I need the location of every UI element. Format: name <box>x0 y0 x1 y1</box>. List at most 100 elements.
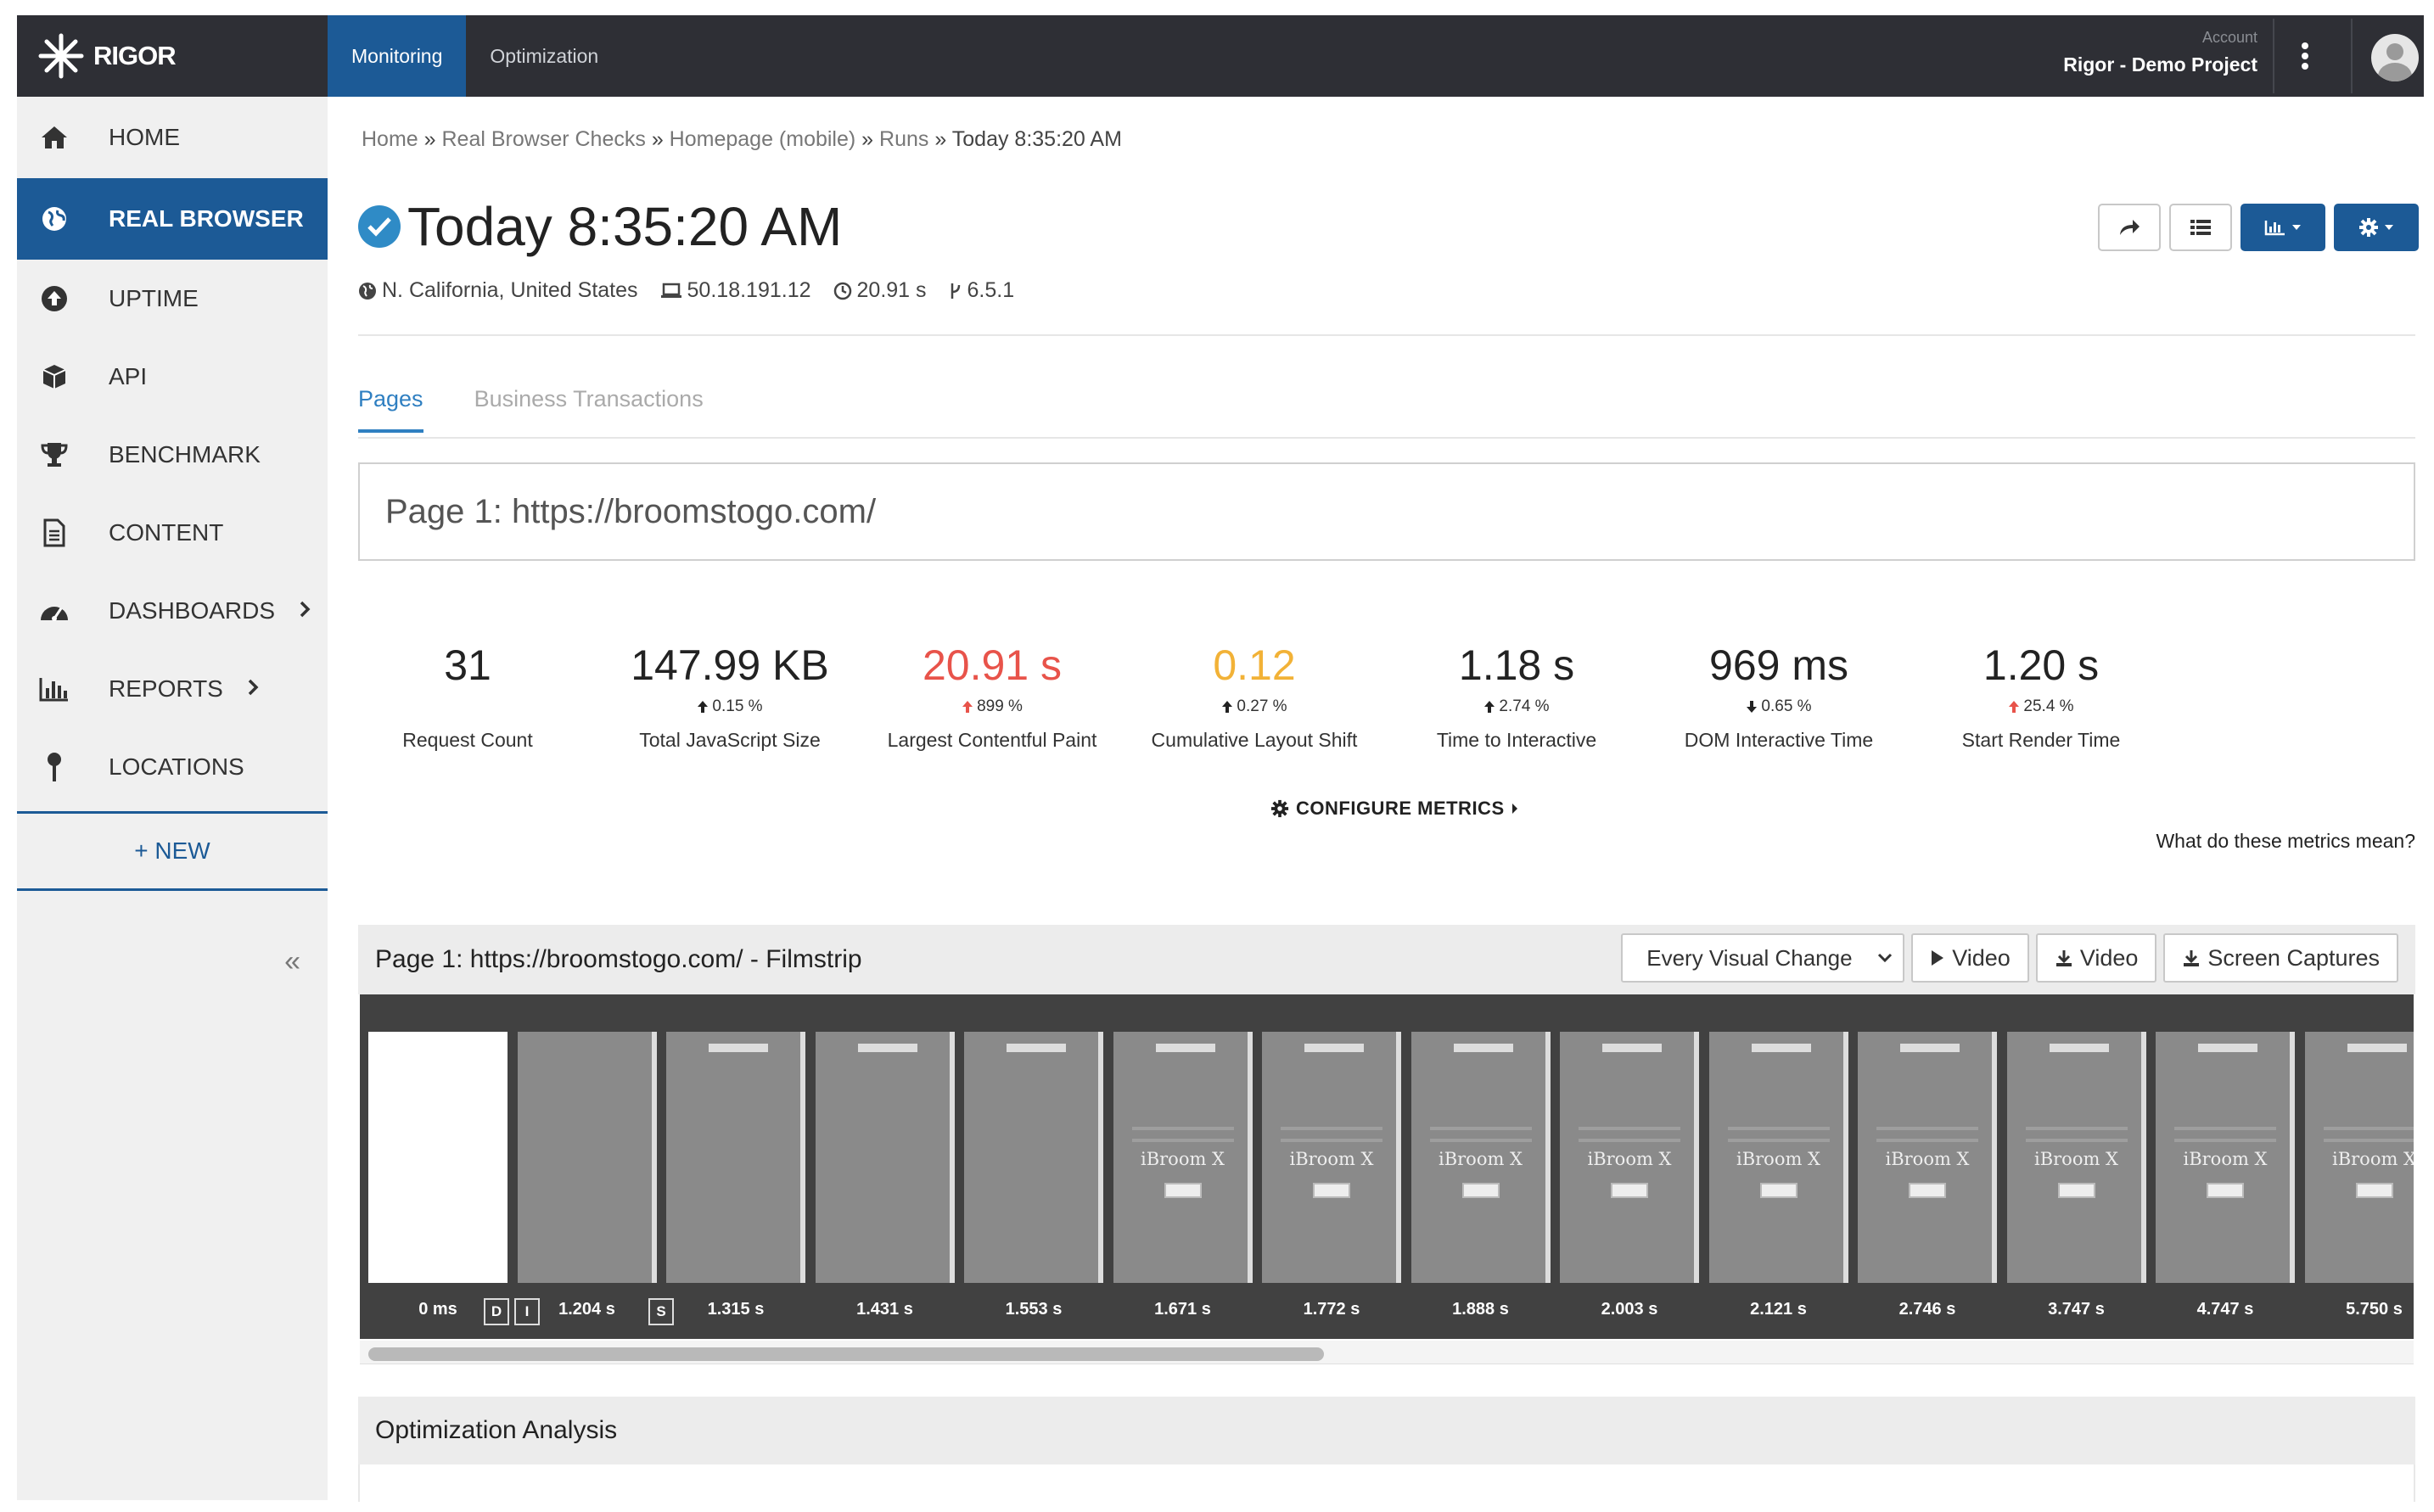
rigor-logo-icon <box>38 33 84 79</box>
filmstrip[interactable]: iBroom X iBroom X iBroom X iBroom X iBroom X… <box>360 994 2414 1339</box>
breadcrumb-check[interactable]: Homepage (mobile) <box>670 127 856 151</box>
metric-value: 147.99 KB <box>631 641 829 689</box>
account-selector[interactable]: Account Rigor - Demo Project <box>2063 15 2257 97</box>
filmstrip-frame[interactable] <box>368 1032 508 1283</box>
filmstrip-frame[interactable]: iBroom X <box>1262 1032 1401 1283</box>
scrollbar-thumb[interactable] <box>368 1347 1324 1361</box>
download-icon <box>2055 950 2072 966</box>
frame-edge <box>949 1032 955 1283</box>
tab-optimization[interactable]: Optimization <box>466 15 622 97</box>
tab-pages[interactable]: Pages <box>358 386 423 433</box>
success-check-icon <box>358 205 401 248</box>
download-screen-captures-button[interactable]: Screen Captures <box>2163 933 2398 983</box>
filmstrip-frame[interactable] <box>964 1032 1103 1283</box>
sidebar-item-benchmark[interactable]: BENCHMARK <box>17 416 328 494</box>
sidebar-item-api[interactable]: API <box>17 338 328 416</box>
frame-tagline <box>1579 1127 1680 1142</box>
filmstrip-title: Page 1: https://broomstogo.com/ - Filmst… <box>375 945 862 973</box>
frame-brand: iBroom X <box>1736 1149 1820 1169</box>
gear-icon <box>1270 799 1289 818</box>
play-video-button[interactable]: Video <box>1911 933 2029 983</box>
frame-tagline <box>1429 1127 1532 1142</box>
metric-label: Start Render Time <box>1961 729 2121 751</box>
frame-edge <box>2140 1032 2146 1283</box>
top-bar: RIGOR Monitoring Optimization Account Ri… <box>17 15 2424 97</box>
breadcrumb-runs[interactable]: Runs <box>879 127 928 151</box>
frame-edge <box>1694 1032 1699 1283</box>
filmstrip-frame[interactable] <box>666 1032 805 1283</box>
sidebar-item-uptime[interactable]: UPTIME <box>17 260 328 338</box>
more-menu-icon[interactable] <box>2288 15 2322 97</box>
avatar[interactable] <box>2371 34 2419 81</box>
filmstrip-frame[interactable]: iBroom X <box>1410 1032 1551 1283</box>
filmstrip-frame[interactable]: iBroom X <box>1113 1032 1253 1283</box>
sidebar-item-label: API <box>109 363 148 389</box>
frame-cta <box>1461 1183 1500 1198</box>
settings-dropdown-button[interactable] <box>2334 204 2419 251</box>
frame-tagline <box>1131 1127 1234 1142</box>
run-location: N. California, United States <box>358 278 638 303</box>
filmstrip-frame[interactable] <box>815 1032 955 1283</box>
caret-right-icon <box>1511 804 1517 814</box>
filmstrip-frame[interactable]: iBroom X <box>2006 1032 2146 1283</box>
filmstrip-frame[interactable]: iBroom X <box>1560 1032 1699 1283</box>
frame-tagline <box>1876 1127 1978 1142</box>
dashboard-icon <box>37 594 71 628</box>
marker-start-render[interactable]: S <box>648 1298 674 1325</box>
metrics-help-link[interactable]: What do these metrics mean? <box>2156 830 2415 853</box>
charts-dropdown-button[interactable] <box>2241 204 2325 251</box>
filmstrip-frame[interactable]: iBroom X <box>1708 1032 1848 1283</box>
filmstrip-controls: Every Visual Change Video Video Screen C… <box>1621 933 2398 983</box>
configure-metrics-link[interactable]: CONFIGURE METRICS <box>1270 798 1518 820</box>
sidebar-item-reports[interactable]: REPORTS <box>17 650 328 728</box>
filmstrip-frame[interactable]: iBroom X <box>1858 1032 1997 1283</box>
frame-cta <box>2355 1183 2393 1198</box>
trophy-icon <box>37 438 71 472</box>
metric-label: DOM Interactive Time <box>1684 729 1874 751</box>
metric-delta: 0.15 % <box>598 697 861 717</box>
arrow-up-icon <box>1484 701 1495 713</box>
play-icon <box>1932 950 1944 966</box>
breadcrumb-home[interactable]: Home <box>362 127 418 151</box>
breadcrumb-real-browser-checks[interactable]: Real Browser Checks <box>442 127 646 151</box>
share-button[interactable] <box>2098 204 2161 251</box>
map-pin-icon <box>37 750 71 784</box>
run-ip: 50.18.191.12 <box>660 278 811 303</box>
frame-brand: iBroom X <box>1587 1149 1672 1169</box>
marker-interactive[interactable]: I <box>514 1298 540 1325</box>
frame-tagline <box>1281 1127 1382 1142</box>
metric-value: 969 ms <box>1709 641 1848 689</box>
gear-icon <box>2359 218 2378 237</box>
frame-header <box>1751 1044 1811 1052</box>
divider <box>358 334 2415 336</box>
collapse-sidebar-icon[interactable]: « <box>284 945 300 978</box>
sidebar-item-label: UPTIME <box>109 285 199 311</box>
download-icon <box>2184 950 2200 966</box>
filmstrip-frame[interactable]: iBroom X <box>2156 1032 2295 1283</box>
arrow-down-icon <box>1747 701 1758 713</box>
list-view-button[interactable] <box>2169 204 2232 251</box>
tab-monitoring[interactable]: Monitoring <box>328 15 467 97</box>
marker-dom-content[interactable]: D <box>484 1298 509 1325</box>
sidebar-item-locations[interactable]: LOCATIONS <box>17 728 328 806</box>
new-check-button[interactable]: + NEW <box>17 811 328 891</box>
frame-header <box>1602 1044 1662 1052</box>
frame-brand: iBroom X <box>1885 1149 1970 1169</box>
sidebar-item-content[interactable]: CONTENT <box>17 494 328 572</box>
metric-card: 20.91 s 899 % Largest Contentful Paint <box>861 641 1124 752</box>
sidebar-item-dashboards[interactable]: DASHBOARDS <box>17 572 328 650</box>
logo[interactable]: RIGOR <box>17 15 328 97</box>
tab-business-transactions[interactable]: Business Transactions <box>474 386 704 433</box>
filmstrip-scrollbar[interactable] <box>360 1341 2414 1364</box>
filmstrip-frame[interactable]: iBroom X <box>2304 1032 2414 1283</box>
sidebar-item-real-browser[interactable]: REAL BROWSER <box>17 178 328 260</box>
code-branch-icon <box>951 283 960 299</box>
frame-edge <box>800 1032 805 1283</box>
sidebar-item-home[interactable]: HOME <box>17 97 328 178</box>
frame-header <box>1007 1044 1066 1052</box>
download-video-button[interactable]: Video <box>2035 933 2157 983</box>
run-duration: 20.91 s <box>833 278 927 303</box>
frame-interval-select[interactable]: Every Visual Change <box>1621 933 1905 983</box>
filmstrip-frame[interactable] <box>517 1032 657 1283</box>
frame-time: 1.671 s <box>1154 1300 1211 1319</box>
